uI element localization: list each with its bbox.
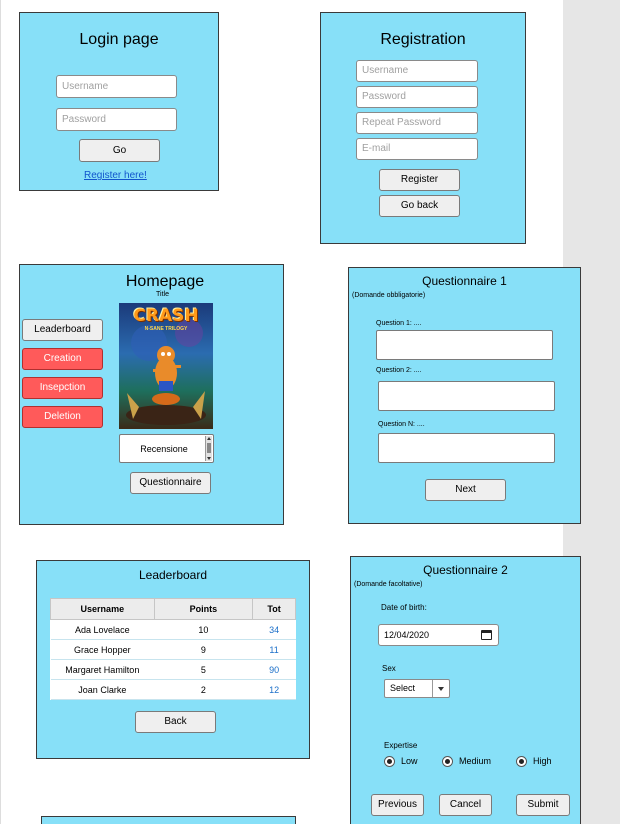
cell-username: Grace Hopper xyxy=(50,639,155,660)
cell-tot: 90 xyxy=(252,659,296,680)
login-title: Login page xyxy=(79,31,159,48)
register-button[interactable]: Register xyxy=(379,169,460,191)
questionnaire1-panel: Questionnaire 1 (Domande obbligatorie) Q… xyxy=(348,267,581,524)
login-password-field[interactable]: Password xyxy=(56,108,177,131)
expertise-low-radio[interactable] xyxy=(384,756,395,767)
sex-label: Sex xyxy=(382,664,396,673)
expertise-high-radio[interactable] xyxy=(516,756,527,767)
table-row: Joan Clarke 2 12 xyxy=(50,679,296,700)
cell-points: 2 xyxy=(154,679,253,700)
sidebar-item-leaderboard[interactable]: Leaderboard xyxy=(22,319,103,341)
homepage-subtitle: Title xyxy=(156,291,169,298)
cell-tot: 11 xyxy=(252,639,296,660)
cell-tot: 34 xyxy=(252,619,296,640)
questionnaire1-title: Questionnaire 1 xyxy=(422,274,507,288)
scroll-up-icon[interactable] xyxy=(207,437,211,440)
sex-selected-value: Select xyxy=(390,683,416,693)
questionnaire2-title: Questionnaire 2 xyxy=(423,563,508,577)
register-link[interactable]: Register here! xyxy=(84,170,147,181)
login-username-field[interactable]: Username xyxy=(56,75,177,98)
questionN-label: Question N: .... xyxy=(378,421,425,428)
calendar-icon[interactable] xyxy=(481,630,492,640)
registration-repeat-password-field[interactable]: Repeat Password xyxy=(356,112,478,134)
expertise-medium-label: Medium xyxy=(459,756,492,766)
table-row: Ada Lovelace 10 34 xyxy=(50,619,296,640)
expertise-label: Expertise xyxy=(384,741,418,750)
expertise-high-label: High xyxy=(533,756,552,766)
question1-textarea[interactable] xyxy=(376,330,553,360)
questionnaire-button[interactable]: Questionnaire xyxy=(130,472,211,494)
dob-label: Date of birth: xyxy=(381,603,427,612)
registration-panel: Registration Username Password Repeat Pa… xyxy=(320,12,526,244)
login-panel: Login page Username Password Go Register… xyxy=(19,12,219,191)
expertise-low-label: Low xyxy=(401,756,418,766)
chevron-down-icon[interactable] xyxy=(432,680,449,697)
questionnaire1-note: (Domande obbligatorie) xyxy=(352,292,426,299)
questionnaire2-note: (Domande facoltative) xyxy=(354,581,423,588)
expertise-medium-radio[interactable] xyxy=(442,756,453,767)
dob-date-input[interactable]: 12/04/2020 xyxy=(378,624,499,646)
cell-points: 10 xyxy=(154,619,253,640)
scroll-down-icon[interactable] xyxy=(207,457,211,460)
column-header-points[interactable]: Points xyxy=(153,598,254,620)
cover-subtitle: N-SANE TRILOGY xyxy=(144,326,188,332)
question2-label: Question 2: .... xyxy=(376,367,422,374)
review-scrollbar[interactable] xyxy=(205,436,212,461)
cell-username: Margaret Hamilton xyxy=(50,659,155,680)
question1-label: Question 1: .... xyxy=(376,320,422,327)
cell-points: 9 xyxy=(154,639,253,660)
homepage-panel: Homepage Title Leaderboard Creation Inse… xyxy=(19,264,284,525)
registration-email-field[interactable]: E-mail xyxy=(356,138,478,160)
sidebar-item-deletion[interactable]: Deletion xyxy=(22,406,103,428)
review-label: Recensione xyxy=(140,444,188,454)
table-header-row: Username Points Tot xyxy=(50,598,296,620)
table-row: Grace Hopper 9 11 xyxy=(50,639,296,660)
sex-select[interactable]: Select xyxy=(384,679,450,698)
homepage-title: Homepage xyxy=(125,273,205,290)
cover-logo: CRASH xyxy=(133,306,199,326)
next-button[interactable]: Next xyxy=(425,479,506,501)
back-button[interactable]: Back xyxy=(135,711,216,733)
go-back-button[interactable]: Go back xyxy=(379,195,460,217)
questionN-textarea[interactable] xyxy=(378,433,555,463)
leaderboard-title: Leaderboard xyxy=(138,568,208,582)
question2-textarea[interactable] xyxy=(378,381,555,411)
submit-button[interactable]: Submit xyxy=(516,794,570,816)
cell-username: Ada Lovelace xyxy=(50,619,155,640)
leaderboard-panel: Leaderboard Username Points Tot Ada Love… xyxy=(36,560,310,759)
dob-value: 12/04/2020 xyxy=(384,630,430,640)
scroll-thumb[interactable] xyxy=(207,443,211,453)
cell-points: 5 xyxy=(154,659,253,680)
table-row: Margaret Hamilton 5 90 xyxy=(50,659,296,680)
cell-tot: 12 xyxy=(252,679,296,700)
registration-title: Registration xyxy=(380,31,466,48)
previous-button[interactable]: Previous xyxy=(371,794,424,816)
sidebar-item-creation[interactable]: Creation xyxy=(22,348,103,370)
partial-panel xyxy=(41,816,296,824)
review-box[interactable]: Recensione xyxy=(119,434,214,463)
registration-password-field[interactable]: Password xyxy=(356,86,478,108)
leaderboard-table: Username Points Tot Ada Lovelace 10 34 G… xyxy=(50,598,296,700)
questionnaire2-panel: Questionnaire 2 (Domande facoltative) Da… xyxy=(350,556,581,824)
login-go-button[interactable]: Go xyxy=(79,139,160,162)
column-header-tot[interactable]: Tot xyxy=(252,598,296,620)
sidebar-item-inspection[interactable]: Insepction xyxy=(22,377,103,399)
column-header-username[interactable]: Username xyxy=(50,598,155,620)
game-cover-image: CRASH N-SANE TRILOGY xyxy=(119,303,213,429)
cell-username: Joan Clarke xyxy=(50,679,155,700)
cancel-button[interactable]: Cancel xyxy=(439,794,492,816)
registration-username-field[interactable]: Username xyxy=(356,60,478,82)
